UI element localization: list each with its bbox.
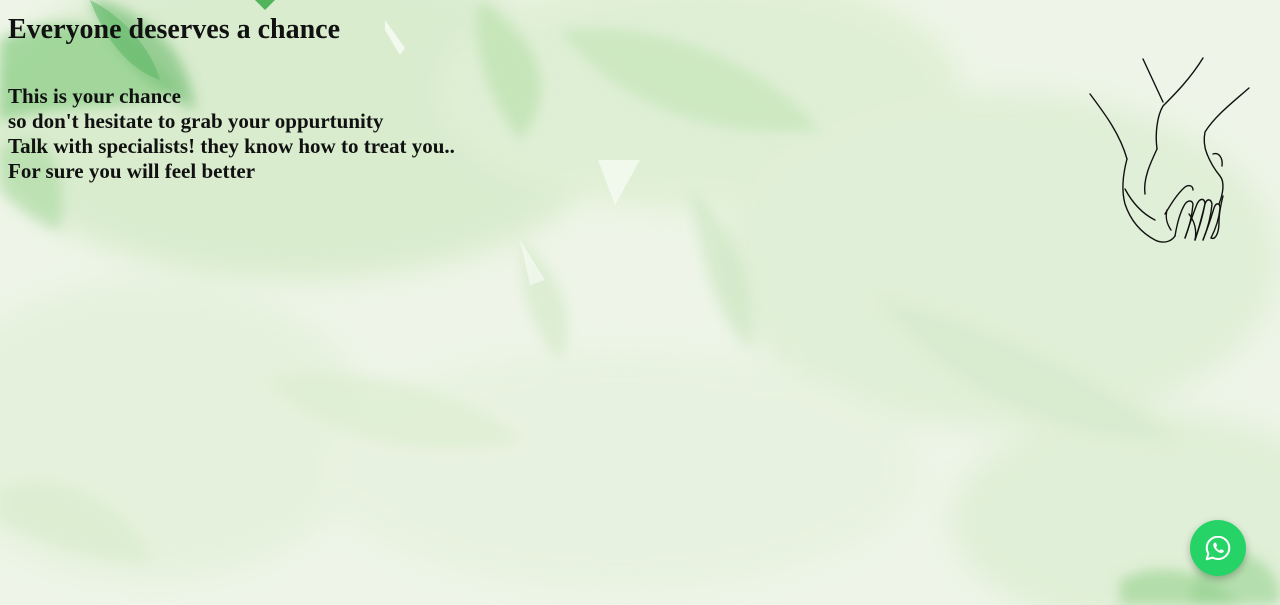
message-line-2: so don't hesitate to grab your oppurtuni… — [8, 109, 384, 133]
message-line-4: For sure you will feel better — [8, 159, 256, 183]
hero-text: Everyone deserves a chance This is your … — [8, 0, 455, 184]
whatsapp-icon — [1205, 535, 1231, 561]
message-line-3: Talk with specialists! they know how to … — [8, 134, 455, 158]
page-title: Everyone deserves a chance — [8, 14, 341, 45]
holding-hands-icon — [1089, 57, 1250, 243]
whatsapp-button[interactable] — [1190, 520, 1246, 576]
message-lines: This is your chance so don't hesitate to… — [8, 84, 455, 184]
message-line-1: This is your chance — [8, 84, 181, 108]
